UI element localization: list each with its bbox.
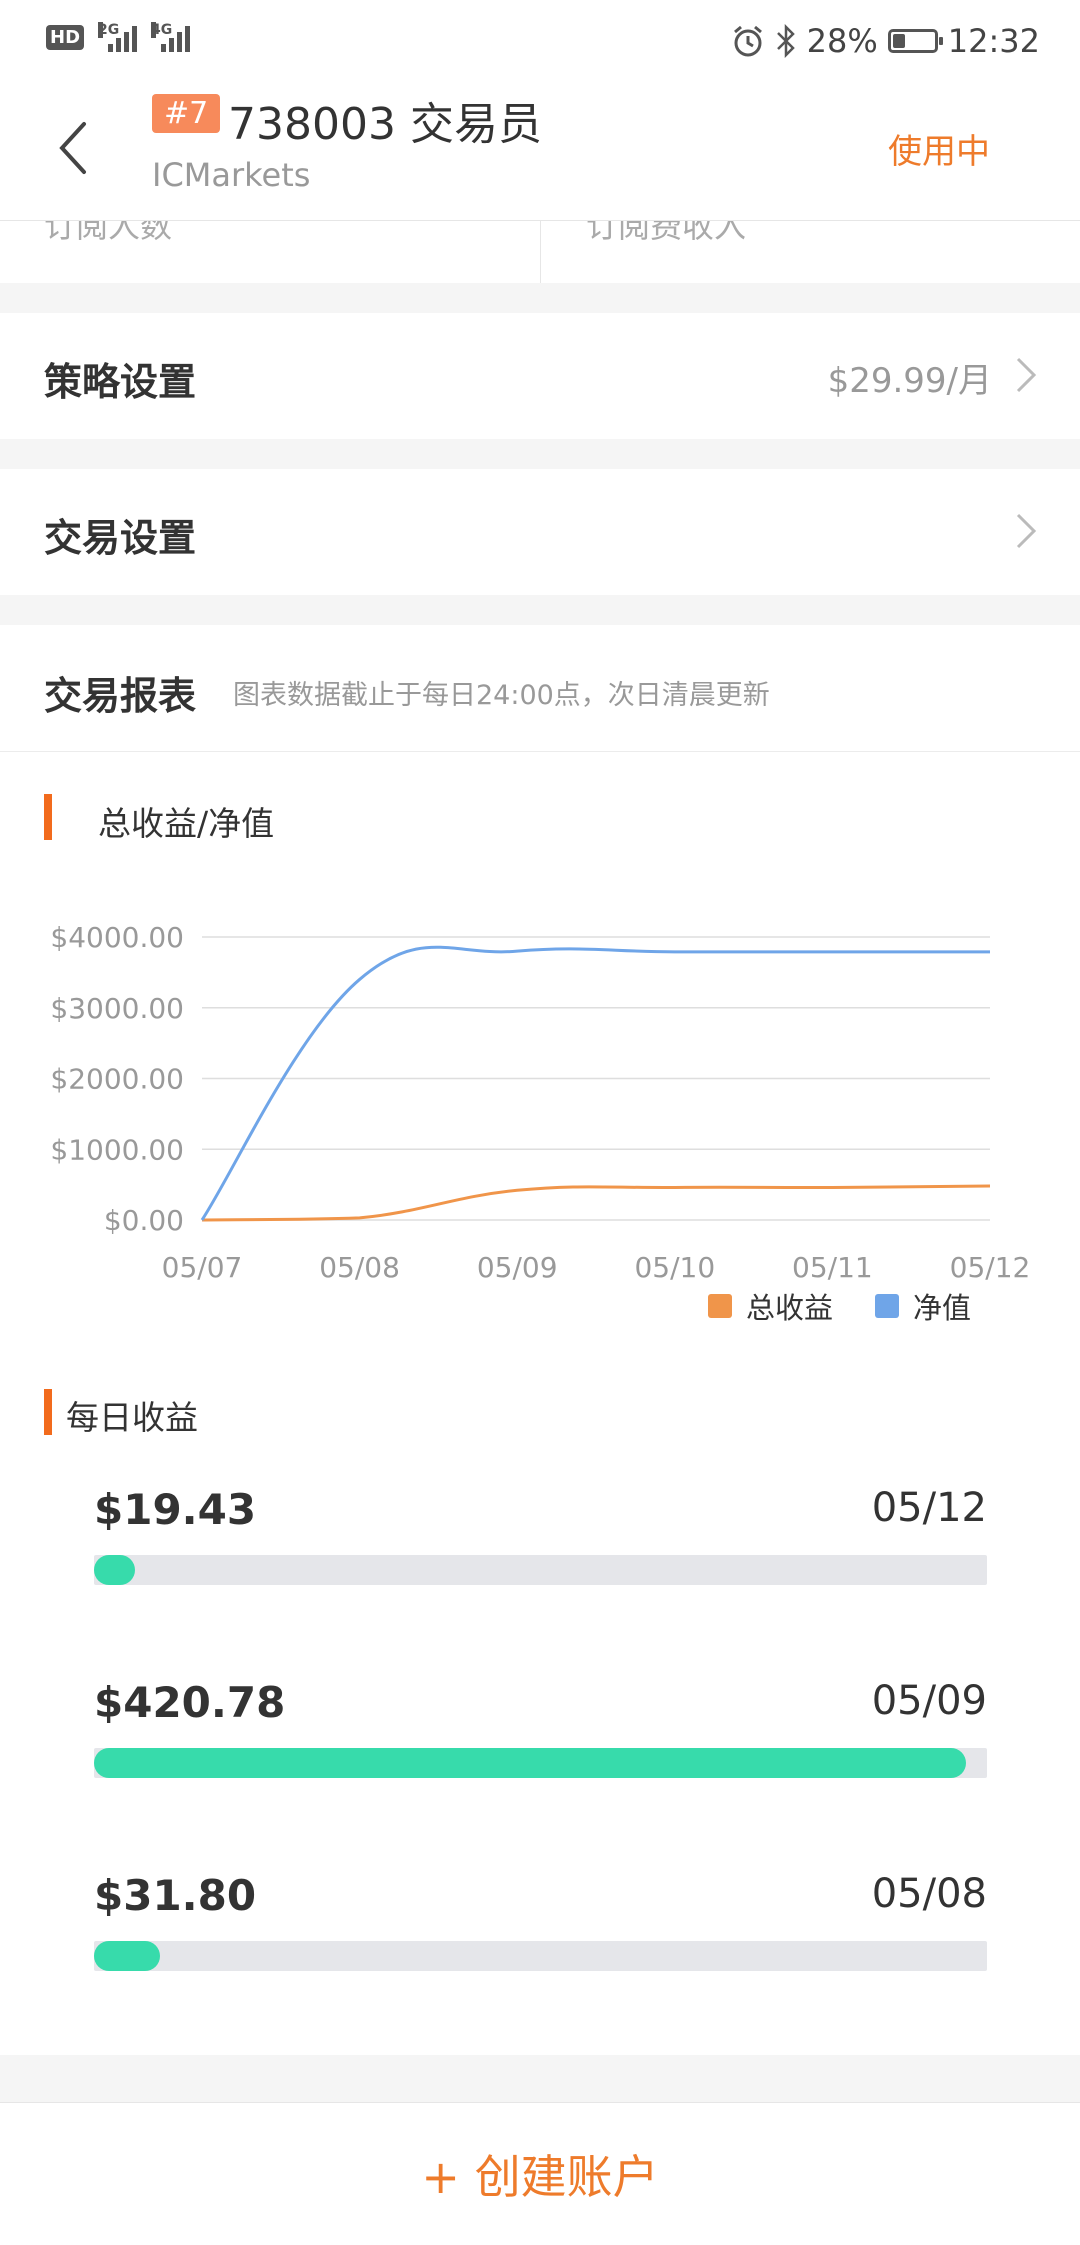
- battery-percent: 28%: [806, 22, 878, 60]
- daily-profit-date: 05/12: [871, 1485, 987, 1531]
- daily-profit-bar-fill: [94, 1748, 966, 1778]
- series-line-total-profit: [201, 1184, 991, 1222]
- status-label[interactable]: 使用中: [888, 124, 990, 173]
- chevron-right-icon: [1016, 357, 1037, 393]
- y-tick-label: $3000.00: [50, 992, 184, 1025]
- x-tick-label: 05/10: [634, 1251, 715, 1280]
- y-tick-label: $4000.00: [50, 921, 184, 954]
- clock: 12:32: [947, 22, 1040, 60]
- daily-profit-amount: $19.43: [94, 1485, 257, 1534]
- daily-profit-title: 每日收益: [66, 1398, 198, 1437]
- back-arrow-icon[interactable]: [54, 118, 94, 178]
- chart-title: 总收益/净值: [98, 804, 275, 843]
- rank-badge: #7: [152, 94, 221, 133]
- alarm-icon: [733, 25, 762, 57]
- battery-fill: [892, 34, 905, 48]
- chevron-right-icon: [1016, 513, 1037, 549]
- broker-name: ICMarkets: [152, 156, 311, 194]
- stats-divider: [540, 221, 541, 283]
- chart-legend: 总收益 净值: [708, 1285, 971, 1327]
- status-left: HD 2G 4G: [46, 22, 191, 52]
- strategy-price: $29.99/月: [827, 361, 992, 401]
- hd-badge: HD: [46, 24, 85, 50]
- subscriber-count-label: 订阅人数: [44, 221, 173, 245]
- x-tick-label: 05/07: [162, 1251, 243, 1280]
- daily-profit-bar-fill: [94, 1941, 161, 1971]
- signal-2g-icon: 2G: [98, 22, 138, 52]
- legend-label-equity: 净值: [913, 1291, 972, 1325]
- daily-profit-amount: $420.78: [94, 1678, 286, 1727]
- battery-icon: [887, 29, 943, 53]
- daily-profit-bar: [94, 1748, 987, 1778]
- daily-profit-bar: [94, 1941, 987, 1971]
- x-tick-label: 05/11: [792, 1251, 873, 1280]
- daily-profit-amount: $31.80: [94, 1871, 257, 1920]
- y-tick-label: $2000.00: [50, 1063, 184, 1096]
- daily-section-marker: [44, 1389, 52, 1435]
- report-title: 交易报表: [44, 674, 197, 718]
- x-tick-label: 05/08: [319, 1251, 400, 1280]
- y-tick-label: $0.00: [104, 1204, 184, 1237]
- subscription-income-label: 订阅费收入: [586, 221, 747, 245]
- signal-4g-icon: 4G: [151, 22, 191, 52]
- daily-profit-bar: [94, 1555, 987, 1585]
- series-line-equity: [200, 945, 990, 1221]
- trade-settings-label: 交易设置: [44, 516, 197, 560]
- status-right: 28% 12:32: [731, 22, 1040, 60]
- status-bar: HD 2G 4G 28% 12:32: [0, 0, 1080, 84]
- legend-swatch-total-profit: [708, 1294, 732, 1318]
- subscription-stats: 订阅人数 订阅费收入: [0, 221, 1080, 283]
- create-account-bar: + 创建账户: [0, 2102, 1080, 2245]
- daily-profit-bar-fill: [94, 1555, 136, 1585]
- chart-section-marker: [44, 794, 52, 840]
- net-2g-label: 2G: [98, 22, 120, 38]
- strategy-settings-label: 策略设置: [44, 360, 197, 404]
- create-account-button[interactable]: + 创建账户: [421, 2141, 658, 2207]
- daily-profit-date: 05/08: [871, 1871, 987, 1917]
- net-4g-label: 4G: [151, 22, 173, 38]
- report-note: 图表数据截止于每日24:00点，次日清晨更新: [233, 680, 770, 711]
- page-title: 738003 交易员: [228, 99, 542, 150]
- legend-swatch-equity: [875, 1294, 900, 1318]
- y-tick-label: $1000.00: [50, 1133, 184, 1166]
- page-header: #7 738003 交易员 ICMarkets 使用中: [0, 84, 1080, 221]
- trade-report: 交易报表 图表数据截止于每日24:00点，次日清晨更新 总收益/净值 $0.00…: [0, 625, 1080, 2055]
- strategy-settings-row[interactable]: 策略设置 $29.99/月: [0, 313, 1080, 439]
- daily-profit-date: 05/09: [871, 1678, 987, 1724]
- x-tick-label: 05/09: [477, 1251, 558, 1280]
- trade-settings-row[interactable]: 交易设置: [0, 469, 1080, 595]
- report-divider: [0, 751, 1080, 752]
- legend-label-total-profit: 总收益: [746, 1291, 834, 1325]
- profit-equity-chart: $0.00 $1000.00 $2000.00 $3000.00 $4000.00 05/…: [50, 921, 1031, 1280]
- bluetooth-icon: [776, 24, 795, 58]
- x-tick-label: 05/12: [950, 1251, 1031, 1280]
